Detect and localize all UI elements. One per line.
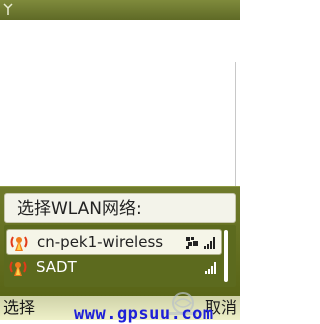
antenna-icon	[3, 3, 13, 15]
watermark-text: www.gpsuu.com	[74, 304, 214, 324]
network-list: cn-pek1-wireless SADT	[4, 225, 236, 287]
status-bar	[0, 0, 240, 20]
network-item-sadt[interactable]: SADT	[6, 255, 222, 281]
signal-strength-icon	[205, 262, 216, 274]
network-name: SADT	[36, 258, 77, 276]
list-scrollbar[interactable]	[224, 230, 228, 282]
signal-strength-icon	[204, 237, 215, 249]
select-softkey[interactable]: 选择	[3, 296, 35, 320]
dialog-heading: 选择WLAN网络:	[4, 193, 236, 223]
network-item-cn-pek1-wireless[interactable]: cn-pek1-wireless	[6, 229, 222, 255]
wlan-access-point-icon	[9, 261, 27, 276]
lock-icon	[186, 237, 198, 249]
wlan-access-point-icon	[10, 236, 28, 251]
dialog-title: 选择WLAN网络:	[17, 199, 142, 219]
network-name: cn-pek1-wireless	[37, 233, 164, 251]
